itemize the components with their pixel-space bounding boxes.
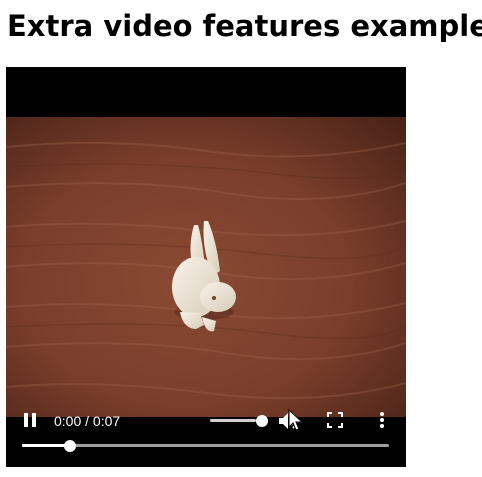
time-display: 0:00 / 0:07 [54, 413, 121, 429]
page-title: Extra video features example [7, 9, 482, 43]
pause-button[interactable] [22, 411, 38, 431]
volume-track[interactable] [210, 419, 256, 422]
mouse-cursor-icon [288, 409, 304, 431]
video-frame[interactable] [6, 117, 406, 417]
seek-progress [22, 444, 70, 447]
volume-icon [279, 413, 288, 429]
seek-thumb[interactable] [63, 440, 76, 452]
video-player[interactable]: 0:00 / 0:07 [6, 67, 406, 467]
fullscreen-button[interactable] [326, 411, 344, 429]
more-options-button[interactable] [376, 411, 388, 431]
volume-thumb[interactable] [256, 415, 268, 427]
seek-track[interactable] [22, 444, 389, 447]
video-controls: 0:00 / 0:07 [6, 401, 406, 467]
